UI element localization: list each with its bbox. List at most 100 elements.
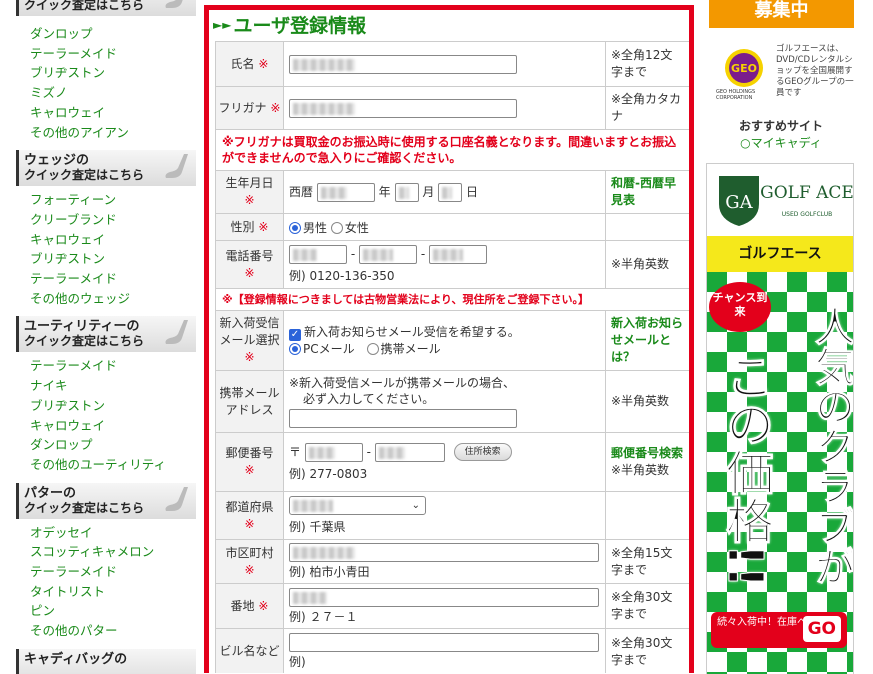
sidebar-link[interactable]: タイトリスト bbox=[30, 582, 196, 602]
field-note: ※全角30文字まで bbox=[605, 583, 689, 629]
form-row-address: 番地 ※ 例) ２７－１ ※全角30文字まで bbox=[215, 583, 689, 629]
golf-club-icon bbox=[165, 320, 188, 345]
address-input[interactable] bbox=[289, 587, 599, 607]
mobile-mail-radio[interactable] bbox=[366, 342, 379, 355]
sidebar-link[interactable]: その他のアイアン bbox=[30, 123, 196, 143]
category-title: キャディバッグの bbox=[24, 651, 128, 667]
wedge-quick-appraisal-header[interactable]: ウェッジの クイック査定はこちら bbox=[16, 150, 196, 187]
sidebar-link[interactable]: ブリヂストン bbox=[30, 249, 196, 269]
sidebar-link[interactable]: クリーブランド bbox=[30, 210, 196, 230]
iron-quick-appraisal-header[interactable]: クイック査定はこちら bbox=[16, 0, 196, 16]
form-row-phone: 電話番号 ※ - - 例) 0120-136-350 ※半角英数 bbox=[215, 240, 689, 289]
building-example: 例) bbox=[289, 655, 306, 669]
form-row-prefecture: 都道府県 ※ ⌄ 例) 千葉県 bbox=[215, 491, 689, 540]
recruit-banner[interactable]: 募集中 bbox=[709, 0, 854, 28]
gender-male-radio[interactable] bbox=[289, 221, 301, 234]
form-row-mail-select: 新入荷受信メール選択 ※ ✓ 新入荷お知らせメール受信を希望する。 PCメール 携帯… bbox=[215, 310, 689, 371]
birth-month-input[interactable] bbox=[394, 182, 419, 202]
era-conversion-link[interactable]: 和暦-西暦早見表 bbox=[611, 176, 676, 207]
left-sidebar: クイック査定はこちら ダンロップ テーラーメイド ブリヂストン ミズノ キャロウ… bbox=[0, 0, 196, 674]
furigana-input[interactable] bbox=[289, 98, 517, 118]
sidebar-link[interactable]: テーラーメイド bbox=[30, 269, 196, 289]
sidebar-link[interactable]: テーラーメイド bbox=[30, 562, 196, 582]
svg-text:GOLF ACE: GOLF ACE bbox=[760, 183, 853, 203]
phone-part3-input[interactable] bbox=[429, 245, 487, 264]
form-row-postal: 郵便番号 ※ 〒 - 住所検索 例) 277-0803 郵便番号検索 ※半角英数 bbox=[215, 432, 689, 492]
sidebar-link[interactable]: ミズノ bbox=[30, 83, 196, 103]
sidebar-link[interactable]: テーラーメイド bbox=[30, 44, 196, 64]
putter-links: オデッセイ スコッティキャメロン テーラーメイド タイトリスト ピン その他のパ… bbox=[0, 523, 196, 641]
sidebar-link[interactable]: キャロウェイ bbox=[30, 103, 196, 123]
field-label: 生年月日 ※ bbox=[215, 170, 284, 214]
banner-headline-col2: この価格!! bbox=[717, 352, 774, 589]
section-title-text: ユーザ登録情報 bbox=[233, 15, 367, 37]
svg-text:GA: GA bbox=[725, 192, 753, 213]
birth-day-input[interactable] bbox=[438, 182, 463, 202]
sidebar-link[interactable]: その他のウェッジ bbox=[30, 289, 196, 309]
field-label: 性別 ※ bbox=[215, 213, 284, 241]
sidebar-link[interactable]: スコッティキャメロン bbox=[30, 542, 196, 562]
wedge-links: フォーティーン クリーブランド キャロウェイ ブリヂストン テーラーメイド その… bbox=[0, 190, 196, 308]
building-input[interactable] bbox=[289, 633, 599, 652]
stock-go-button[interactable]: 続々入荷中！在庫へ GO bbox=[711, 612, 847, 648]
postal-part2-input[interactable] bbox=[374, 442, 445, 462]
field-label: 都道府県 ※ bbox=[215, 491, 284, 540]
field-note: ※半角英数 bbox=[605, 370, 689, 433]
form-row-gender: 性別 ※ 男性 女性 bbox=[215, 213, 689, 241]
section-title: ►► ユーザ登録情報 bbox=[209, 10, 689, 41]
golf-club-icon bbox=[165, 154, 188, 179]
city-input[interactable] bbox=[289, 543, 599, 562]
svg-text:USED GOLFCLUB: USED GOLFCLUB bbox=[782, 211, 832, 218]
newsletter-info-link[interactable]: 新入荷お知らせメールとは？ bbox=[611, 316, 683, 364]
sidebar-link[interactable]: ブリヂストン bbox=[30, 396, 196, 416]
sidebar-link[interactable]: ブリヂストン bbox=[30, 63, 196, 83]
sidebar-link[interactable]: キャロウェイ bbox=[30, 416, 196, 436]
phone-part2-input[interactable] bbox=[359, 245, 417, 264]
svg-text:GEO: GEO bbox=[731, 62, 757, 75]
utility-quick-appraisal-header[interactable]: ユーティリティーの クイック査定はこちら bbox=[16, 316, 196, 353]
sidebar-link[interactable]: その他のパター bbox=[30, 621, 196, 641]
right-column: 募集中 GEO GEO HOLDINGS CORPORATION ゴルフエースは… bbox=[706, 0, 856, 674]
golf-club-icon bbox=[165, 486, 188, 511]
chance-burst: チャンス到来 bbox=[709, 282, 771, 332]
phone-part1-input[interactable] bbox=[289, 245, 347, 264]
geo-description: ゴルフエースは、DVD/CDレンタルショップを全国展開するGEOグループの一員で… bbox=[776, 44, 854, 98]
sidebar-link[interactable]: テーラーメイド bbox=[30, 356, 196, 376]
chevron-down-icon: ⌄ bbox=[411, 500, 420, 511]
geo-group-info[interactable]: GEO GEO HOLDINGS CORPORATION ゴルフエースは、DVD… bbox=[716, 44, 856, 104]
gender-female-radio[interactable] bbox=[330, 221, 343, 234]
sidebar-link[interactable]: ピン bbox=[30, 601, 196, 621]
name-input[interactable] bbox=[289, 54, 517, 74]
sidebar-link[interactable]: ナイキ bbox=[30, 376, 196, 396]
postal-code-search-link[interactable]: 郵便番号検索 bbox=[611, 446, 683, 460]
sidebar-link[interactable]: キャロウェイ bbox=[30, 230, 196, 250]
golf-ace-ad-banner[interactable]: GA GOLF ACE USED GOLFCLUB ゴルフエース チャンス到来 … bbox=[706, 163, 854, 674]
user-registration-panel: ►► ユーザ登録情報 氏名 ※ ※全角12文字まで フリガナ ※ ※全角カタカナ … bbox=[204, 5, 694, 673]
form-row-furigana: フリガナ ※ ※全角カタカナ bbox=[215, 86, 689, 130]
sidebar-link[interactable]: フォーティーン bbox=[30, 190, 196, 210]
mobile-mail-input[interactable] bbox=[289, 409, 517, 428]
field-label: 郵便番号 ※ bbox=[215, 432, 284, 492]
postal-example: 例) 277-0803 bbox=[289, 466, 368, 481]
postal-part1-input[interactable] bbox=[304, 442, 363, 462]
birth-year-input[interactable] bbox=[316, 182, 375, 202]
my-caddy-link[interactable]: ○マイキャディ bbox=[706, 135, 856, 152]
form-row-city: 市区町村 ※ 例) 柏市小青田 ※全角15文字まで bbox=[215, 539, 689, 584]
sidebar-link[interactable]: オデッセイ bbox=[30, 523, 196, 543]
prefecture-select[interactable]: ⌄ bbox=[289, 496, 426, 515]
furigana-warning: ※フリガナは買取金のお振込時に使用する口座名義となります。間違いますとお振込がで… bbox=[215, 129, 689, 171]
field-label: ビル名など bbox=[215, 628, 284, 673]
recommended-sites-title: おすすめサイト bbox=[738, 119, 823, 133]
pc-mail-radio[interactable] bbox=[289, 342, 301, 355]
sidebar-link[interactable]: ダンロップ bbox=[30, 435, 196, 455]
address-search-button[interactable]: 住所検索 bbox=[453, 443, 512, 461]
field-label: 番地 ※ bbox=[215, 583, 284, 629]
golf-ace-shield-icon: GA GOLF ACE USED GOLFCLUB bbox=[719, 176, 853, 226]
sidebar-link[interactable]: ダンロップ bbox=[30, 24, 196, 44]
putter-quick-appraisal-header[interactable]: パターの クイック査定はこちら bbox=[16, 482, 196, 519]
newsletter-checkbox[interactable]: ✓ bbox=[289, 328, 301, 341]
caddy-bag-quick-appraisal-header[interactable]: キャディバッグの bbox=[16, 648, 196, 674]
field-label: 氏名 ※ bbox=[215, 41, 284, 87]
sidebar-link[interactable]: その他のユーティリティ bbox=[30, 455, 196, 475]
banner-checker-area: チャンス到来 人気のクラブが この価格!! 続々入荷中！在庫へ GO bbox=[707, 272, 853, 674]
